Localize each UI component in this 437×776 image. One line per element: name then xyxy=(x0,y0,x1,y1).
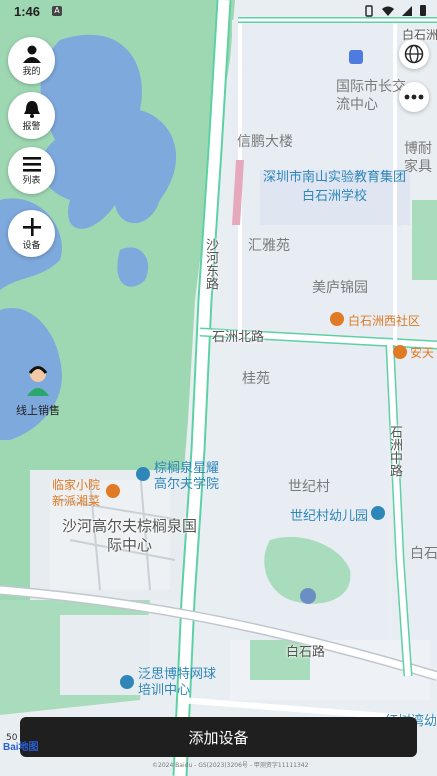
map-logo: Bai地图 xyxy=(3,742,39,753)
signal-icon xyxy=(402,5,412,16)
poi-tennis[interactable]: 泛思博特网球培训中心 xyxy=(138,667,218,699)
status-bar: 1:46 A xyxy=(0,0,437,24)
district-huiya: 汇雅苑 xyxy=(248,238,290,254)
poi-pin-kindergarten[interactable] xyxy=(371,506,385,520)
district-century: 世纪村 xyxy=(288,479,330,495)
poi-golf-academy[interactable]: 棕榈泉星耀高尔夫学院 xyxy=(154,461,224,493)
notification-icon: A xyxy=(52,6,62,16)
list-button[interactable]: 列表 xyxy=(8,147,55,194)
customer-service-icon xyxy=(27,366,49,396)
district-bofu: 博耐家具 xyxy=(404,141,432,175)
poi-baishizhou-west[interactable]: 白石洲西社区 xyxy=(348,312,420,329)
globe-icon xyxy=(404,44,424,64)
poi-pin-community[interactable] xyxy=(330,312,344,326)
road-label-baishizhou-north: 石洲北路 xyxy=(212,330,265,345)
online-sales-button[interactable]: 线上销售 xyxy=(16,362,60,418)
poi-c-icon[interactable] xyxy=(349,50,363,64)
online-sales-label: 线上销售 xyxy=(16,404,60,417)
district-intl-center: 国际市长交流中心 xyxy=(336,79,406,113)
district-school: 深圳市南山实验教育集团白石洲学校 xyxy=(262,170,406,204)
map-canvas[interactable] xyxy=(0,0,437,776)
list-icon xyxy=(22,156,41,172)
my-profile-button[interactable]: 我的 xyxy=(8,37,55,84)
more-options-button[interactable] xyxy=(399,82,429,112)
district-meilu: 美庐锦园 xyxy=(312,280,368,296)
district-golf-center: 沙河高尔夫棕榈泉国际中心 xyxy=(62,517,198,554)
vibrate-icon xyxy=(365,4,373,17)
poi-xinjia[interactable]: 临家小院新派湘菜 xyxy=(52,477,102,509)
device-button[interactable]: 设备 xyxy=(8,210,55,257)
district-baishi-cut: 白石 xyxy=(410,546,437,562)
road-label-baishi: 白石路 xyxy=(286,645,326,660)
map-copyright: ©2024 Baidu - GS(2023)3206号 - 甲测资字111113… xyxy=(152,762,309,769)
road-label-shahe-east: 沙河东路 xyxy=(203,238,218,290)
poi-anyang[interactable]: 安天 xyxy=(410,344,434,361)
alarm-button[interactable]: 报警 xyxy=(8,92,55,139)
add-device-button[interactable]: 添加设备 xyxy=(20,717,417,757)
district-xinpeng: 信鹏大楼 xyxy=(237,134,293,150)
poi-pin-tennis[interactable] xyxy=(120,675,134,689)
map-layer-button[interactable] xyxy=(399,39,429,69)
bell-icon xyxy=(23,100,40,118)
ellipsis-icon xyxy=(404,94,424,100)
alarm-label: 报警 xyxy=(22,121,41,132)
district-gui: 桂苑 xyxy=(242,371,270,387)
list-label: 列表 xyxy=(22,175,41,186)
status-icons xyxy=(363,4,427,17)
wifi-icon xyxy=(382,6,394,16)
person-icon xyxy=(22,45,41,63)
road-label-baishizhou-middle: 石洲中路 xyxy=(387,425,402,477)
status-time: 1:46 xyxy=(14,4,41,19)
poi-pin-anyang[interactable] xyxy=(393,345,407,359)
device-label: 设备 xyxy=(22,240,41,251)
poi-pin-xinjia[interactable] xyxy=(106,484,120,498)
plus-icon xyxy=(22,217,41,236)
my-profile-label: 我的 xyxy=(22,66,41,77)
atm-icon[interactable] xyxy=(300,588,316,604)
poi-pin-golf-academy[interactable] xyxy=(136,467,150,481)
battery-icon xyxy=(420,5,426,16)
poi-kindergarten[interactable]: 世纪村幼儿园 xyxy=(290,505,368,524)
